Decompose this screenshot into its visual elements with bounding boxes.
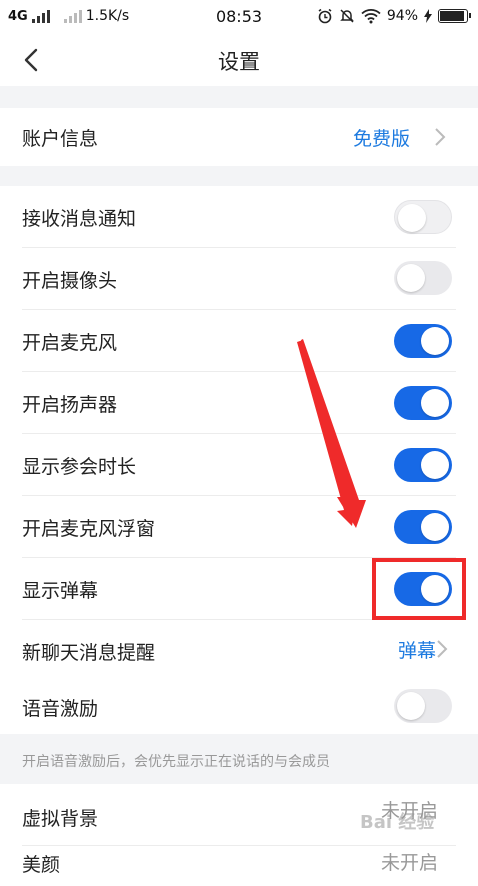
status-right: 94% — [317, 8, 471, 24]
red-highlight-box — [372, 558, 466, 620]
toggle-label: 接收消息通知 — [22, 208, 137, 230]
account-plan-value: 免费版 — [352, 128, 410, 150]
camera-toggle[interactable] — [394, 261, 452, 295]
toggle-row-voice: 语音激励 — [0, 678, 478, 734]
page-title: 设置 — [218, 50, 260, 74]
toggle-knob — [421, 513, 449, 541]
toggle-row-microphone: 开启麦克风 — [0, 310, 478, 372]
voice-activation-toggle[interactable] — [394, 689, 452, 723]
toggle-knob — [397, 692, 425, 720]
account-info-label: 账户信息 — [22, 128, 99, 150]
voice-label: 语音激励 — [22, 698, 99, 720]
toggle-label: 开启麦克风浮窗 — [22, 518, 156, 540]
alarm-icon — [318, 8, 332, 24]
toggle-label: 开启摄像头 — [22, 270, 118, 292]
beauty-label: 美颜 — [22, 854, 61, 876]
toggle-knob — [397, 264, 425, 292]
toggle-knob — [421, 451, 449, 479]
charging-icon — [424, 9, 432, 23]
battery-percent: 94% — [386, 8, 418, 24]
speaker-toggle[interactable] — [394, 386, 452, 420]
microphone-toggle[interactable] — [394, 324, 452, 358]
notifications-toggle[interactable] — [394, 200, 452, 234]
new-chat-reminder-label: 新聊天消息提醒 — [22, 642, 156, 664]
toggle-row-camera: 开启摄像头 — [0, 248, 478, 310]
status-bar: 4G 1.5K/s 08:53 94% — [0, 0, 478, 34]
mic-float-window-toggle[interactable] — [394, 510, 452, 544]
virtual-background-label: 虚拟背景 — [22, 808, 99, 830]
beauty-value: 未开启 — [380, 852, 438, 874]
new-chat-reminder-value: 弹幕 — [397, 640, 436, 662]
nav-bar: 设置 — [0, 34, 478, 86]
toggle-knob — [398, 204, 426, 232]
toggle-row-meeting-duration: 显示参会时长 — [0, 434, 478, 496]
voice-hint-text: 开启语音激励后，会优先显示正在说话的与会成员 — [22, 754, 330, 770]
meeting-duration-toggle[interactable] — [394, 448, 452, 482]
mute-bell-icon — [340, 9, 354, 23]
new-chat-reminder-row[interactable]: 新聊天消息提醒 弹幕 — [0, 620, 478, 678]
watermark-logo: Bai 经验 — [360, 812, 435, 833]
account-info-row[interactable]: 账户信息 免费版 — [0, 108, 478, 166]
battery-icon — [438, 9, 471, 23]
toggle-label: 显示弹幕 — [22, 580, 99, 602]
chevron-right-icon — [437, 640, 448, 658]
toggle-knob — [421, 389, 449, 417]
beauty-row[interactable]: 美颜 未开启 — [0, 846, 478, 886]
toggle-label: 开启麦克风 — [22, 332, 118, 354]
toggle-label: 开启扬声器 — [22, 394, 118, 416]
wifi-icon — [361, 9, 381, 24]
chevron-right-icon — [435, 128, 446, 146]
toggle-row-mic-float: 开启麦克风浮窗 — [0, 496, 478, 558]
toggle-row-speaker: 开启扬声器 — [0, 372, 478, 434]
toggle-label: 显示参会时长 — [22, 456, 137, 478]
battery-fill — [440, 11, 464, 21]
toggle-knob — [421, 327, 449, 355]
toggle-row-notifications: 接收消息通知 — [0, 186, 478, 248]
